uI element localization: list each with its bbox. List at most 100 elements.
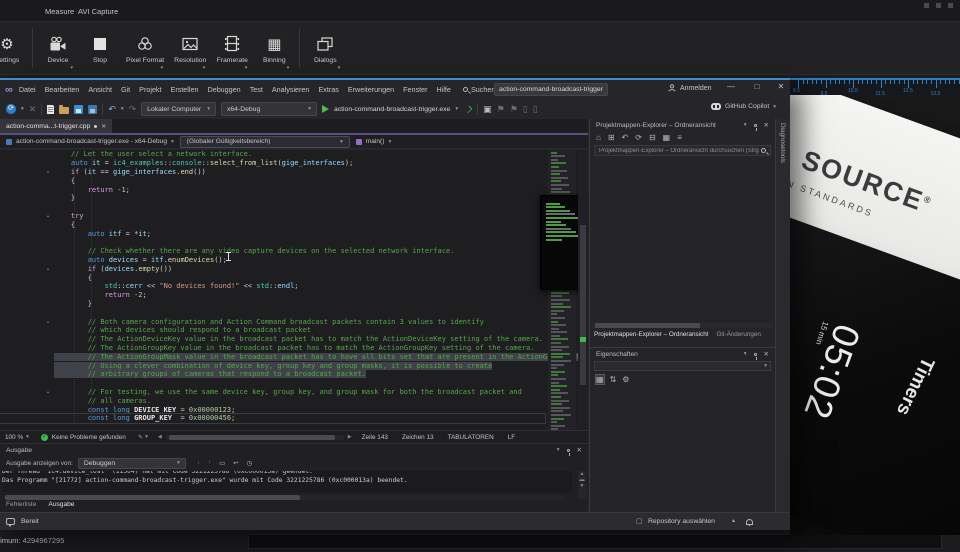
code-line[interactable]: ⌄ if (it == gige_interfaces.end()) [0, 168, 545, 177]
feedback-icon[interactable] [6, 518, 15, 525]
home-icon[interactable]: ⌂ [596, 133, 601, 142]
fold-chevron-icon[interactable]: ⌄ [42, 212, 54, 219]
code-line[interactable]: return -1; [0, 185, 545, 194]
code-line[interactable]: // Using a clever combination of device … [0, 361, 545, 370]
toolbar-button-settings[interactable]: ⚙Settings [0, 24, 28, 72]
find-prev-icon[interactable]: ↑ [208, 459, 211, 467]
line-indicator[interactable]: Zeile 143 [362, 434, 388, 441]
window-control-icon[interactable] [924, 3, 929, 8]
tab-ausgabe[interactable]: Ausgabe [48, 501, 74, 508]
bookmark-icon[interactable]: ⚑ [510, 104, 518, 114]
code-line[interactable]: { [0, 273, 545, 282]
tree-hscrollbar[interactable] [593, 323, 773, 328]
eol-indicator[interactable]: LF [508, 434, 515, 441]
project-dropdown[interactable]: action-command-broadcast-trigger.exe - x… [0, 136, 180, 148]
chevron-down-icon[interactable]: ▾ [744, 122, 747, 128]
code-line[interactable]: ⌄ try [0, 212, 545, 221]
menu-datei[interactable]: Datei [19, 85, 36, 94]
menu-test[interactable]: Test [250, 85, 263, 94]
menu-erweiterungen[interactable]: Erweiterungen [348, 85, 394, 94]
output-log[interactable]: Der Thread 'ic4.device_lost' (11304) hat… [2, 471, 572, 493]
close-icon[interactable]: ✕ [764, 350, 769, 358]
chevron-down-icon[interactable]: ▾ [245, 65, 248, 71]
chevron-down-icon[interactable]: ▾ [287, 65, 290, 71]
save-icon[interactable] [74, 105, 83, 114]
chevron-down-icon[interactable]: ▾ [455, 106, 458, 112]
tab-ordneransicht[interactable]: Projektmappen-Explorer – Ordneransicht [594, 331, 708, 338]
tab-git-aenderungen[interactable]: Git-Änderungen [716, 331, 760, 338]
sign-in-button[interactable]: Anmelden [668, 84, 712, 92]
solution-search-box[interactable]: Projektmappen-Explorer – Ordneransicht d… [594, 145, 771, 156]
menu-debuggen[interactable]: Debuggen [208, 85, 241, 94]
pencil-icon[interactable]: ✎ [138, 433, 143, 441]
code-line[interactable]: } [0, 194, 545, 203]
code-line[interactable]: // Check whether there are any video cap… [0, 247, 545, 256]
editor-hscrollbar[interactable] [166, 435, 344, 440]
notifications-bell-icon[interactable] [746, 519, 753, 525]
undo-icon[interactable]: ↶ [108, 104, 116, 114]
column-indicator[interactable]: Zeichen 13 [402, 434, 434, 441]
toolbar-button-resolution[interactable]: Resolution▾ [169, 24, 211, 72]
member-dropdown[interactable]: main()▾ [350, 136, 397, 148]
categorized-icon[interactable]: ▦ [596, 375, 604, 384]
scrollbar-thumb[interactable] [580, 225, 586, 385]
menu-hilfe[interactable]: Hilfe [437, 85, 451, 94]
zoom-level[interactable]: 100 % [5, 434, 23, 441]
hot-reload-icon[interactable]: ⟳ [6, 104, 16, 114]
toolbar-button-pixel-format[interactable]: Pixel Format▾ [121, 24, 169, 72]
code-line[interactable]: ⌄ // Both camera configuration and Actio… [0, 317, 545, 326]
menu-bearbeiten[interactable]: Bearbeiten [45, 85, 80, 94]
chevron-down-icon[interactable]: ▾ [203, 65, 206, 71]
scroll-left-icon[interactable]: ◀ [158, 434, 162, 440]
show-all-files-icon[interactable]: ▦ [663, 133, 671, 142]
menu-analysieren[interactable]: Analysieren [272, 85, 310, 94]
title-search-box[interactable]: action-command-broadcast-trigger [494, 83, 608, 96]
close-icon[interactable]: ✕ [577, 446, 582, 454]
problems-status[interactable]: Keine Probleme gefunden [52, 434, 126, 441]
editor-tab-active[interactable]: action-comma...t-trigger.cpp ✕ [0, 119, 112, 133]
code-line[interactable]: ⌄ if (devices.empty()) [0, 264, 545, 273]
value-input[interactable] [248, 534, 942, 549]
search-menu[interactable]: Suchen [463, 85, 495, 94]
code-line[interactable]: // The ActionGroupKey value in the broad… [0, 344, 545, 353]
code-line[interactable] [0, 379, 545, 388]
github-copilot-button[interactable]: GitHub Copilot ▾ [711, 103, 776, 110]
menu-erstellen[interactable]: Erstellen [171, 85, 199, 94]
code-line[interactable]: return -2; [0, 291, 545, 300]
configuration-dropdown[interactable]: x64-Debug▾ [221, 102, 317, 116]
run-target-label[interactable]: action-command-broadcast-trigger.exe [334, 106, 450, 113]
code-line[interactable]: // Let the user select a network interfa… [0, 150, 545, 159]
code-line[interactable]: // The ActionDeviceKey value in the broa… [0, 335, 545, 344]
tab-fehlerliste[interactable]: Fehlerliste [6, 501, 36, 508]
scope-dropdown[interactable]: (Globaler Gültigkeitsbereich)▾ [180, 136, 350, 148]
minimize-button[interactable]: — [722, 82, 740, 91]
menu-fenster[interactable]: Fenster [403, 85, 427, 94]
code-line[interactable]: auto itf = *it; [0, 229, 545, 238]
alphabetical-icon[interactable]: ⇅ [610, 375, 617, 384]
output-source-dropdown[interactable]: Debuggen▾ [78, 458, 186, 469]
code-line[interactable]: const long GROUP_KEY = 0x00000456; [0, 414, 545, 423]
code-line[interactable]: const long DEVICE_KEY = 0x00000123; [0, 405, 545, 414]
bookmark-frame-icon[interactable]: ▯ [533, 104, 538, 114]
pin-icon[interactable] [754, 124, 757, 127]
close-icon[interactable]: ✕ [764, 121, 769, 129]
switch-views-icon[interactable]: ⊞ [608, 133, 615, 142]
find-next-icon[interactable]: ↓ [197, 459, 200, 467]
close-tab-icon[interactable]: ✕ [101, 123, 106, 130]
run-without-debug-icon[interactable] [465, 105, 472, 112]
toolbar-button-device[interactable]: Device▾ [37, 24, 79, 72]
maximize-button[interactable]: □ [748, 82, 766, 91]
fold-chevron-icon[interactable]: ⌄ [42, 265, 54, 272]
chevron-down-icon[interactable]: ▾ [557, 447, 560, 453]
output-hscrollbar[interactable] [4, 495, 564, 500]
debug-target-dropdown[interactable]: Lokaler Computer▾ [141, 102, 216, 116]
fold-chevron-icon[interactable]: ⌄ [42, 388, 54, 395]
preview-icon[interactable]: ≡ [677, 133, 682, 142]
menu-measure[interactable]: Measure [45, 7, 74, 16]
code-line[interactable]: } [0, 300, 545, 309]
menu-avi-capture[interactable]: AVI Capture [78, 7, 118, 16]
code-line[interactable]: ⌄ // For testing, we use the same device… [0, 388, 545, 397]
menu-projekt[interactable]: Projekt [139, 85, 161, 94]
refresh-icon[interactable]: ⟳ [635, 133, 642, 142]
code-line[interactable] [0, 308, 545, 317]
